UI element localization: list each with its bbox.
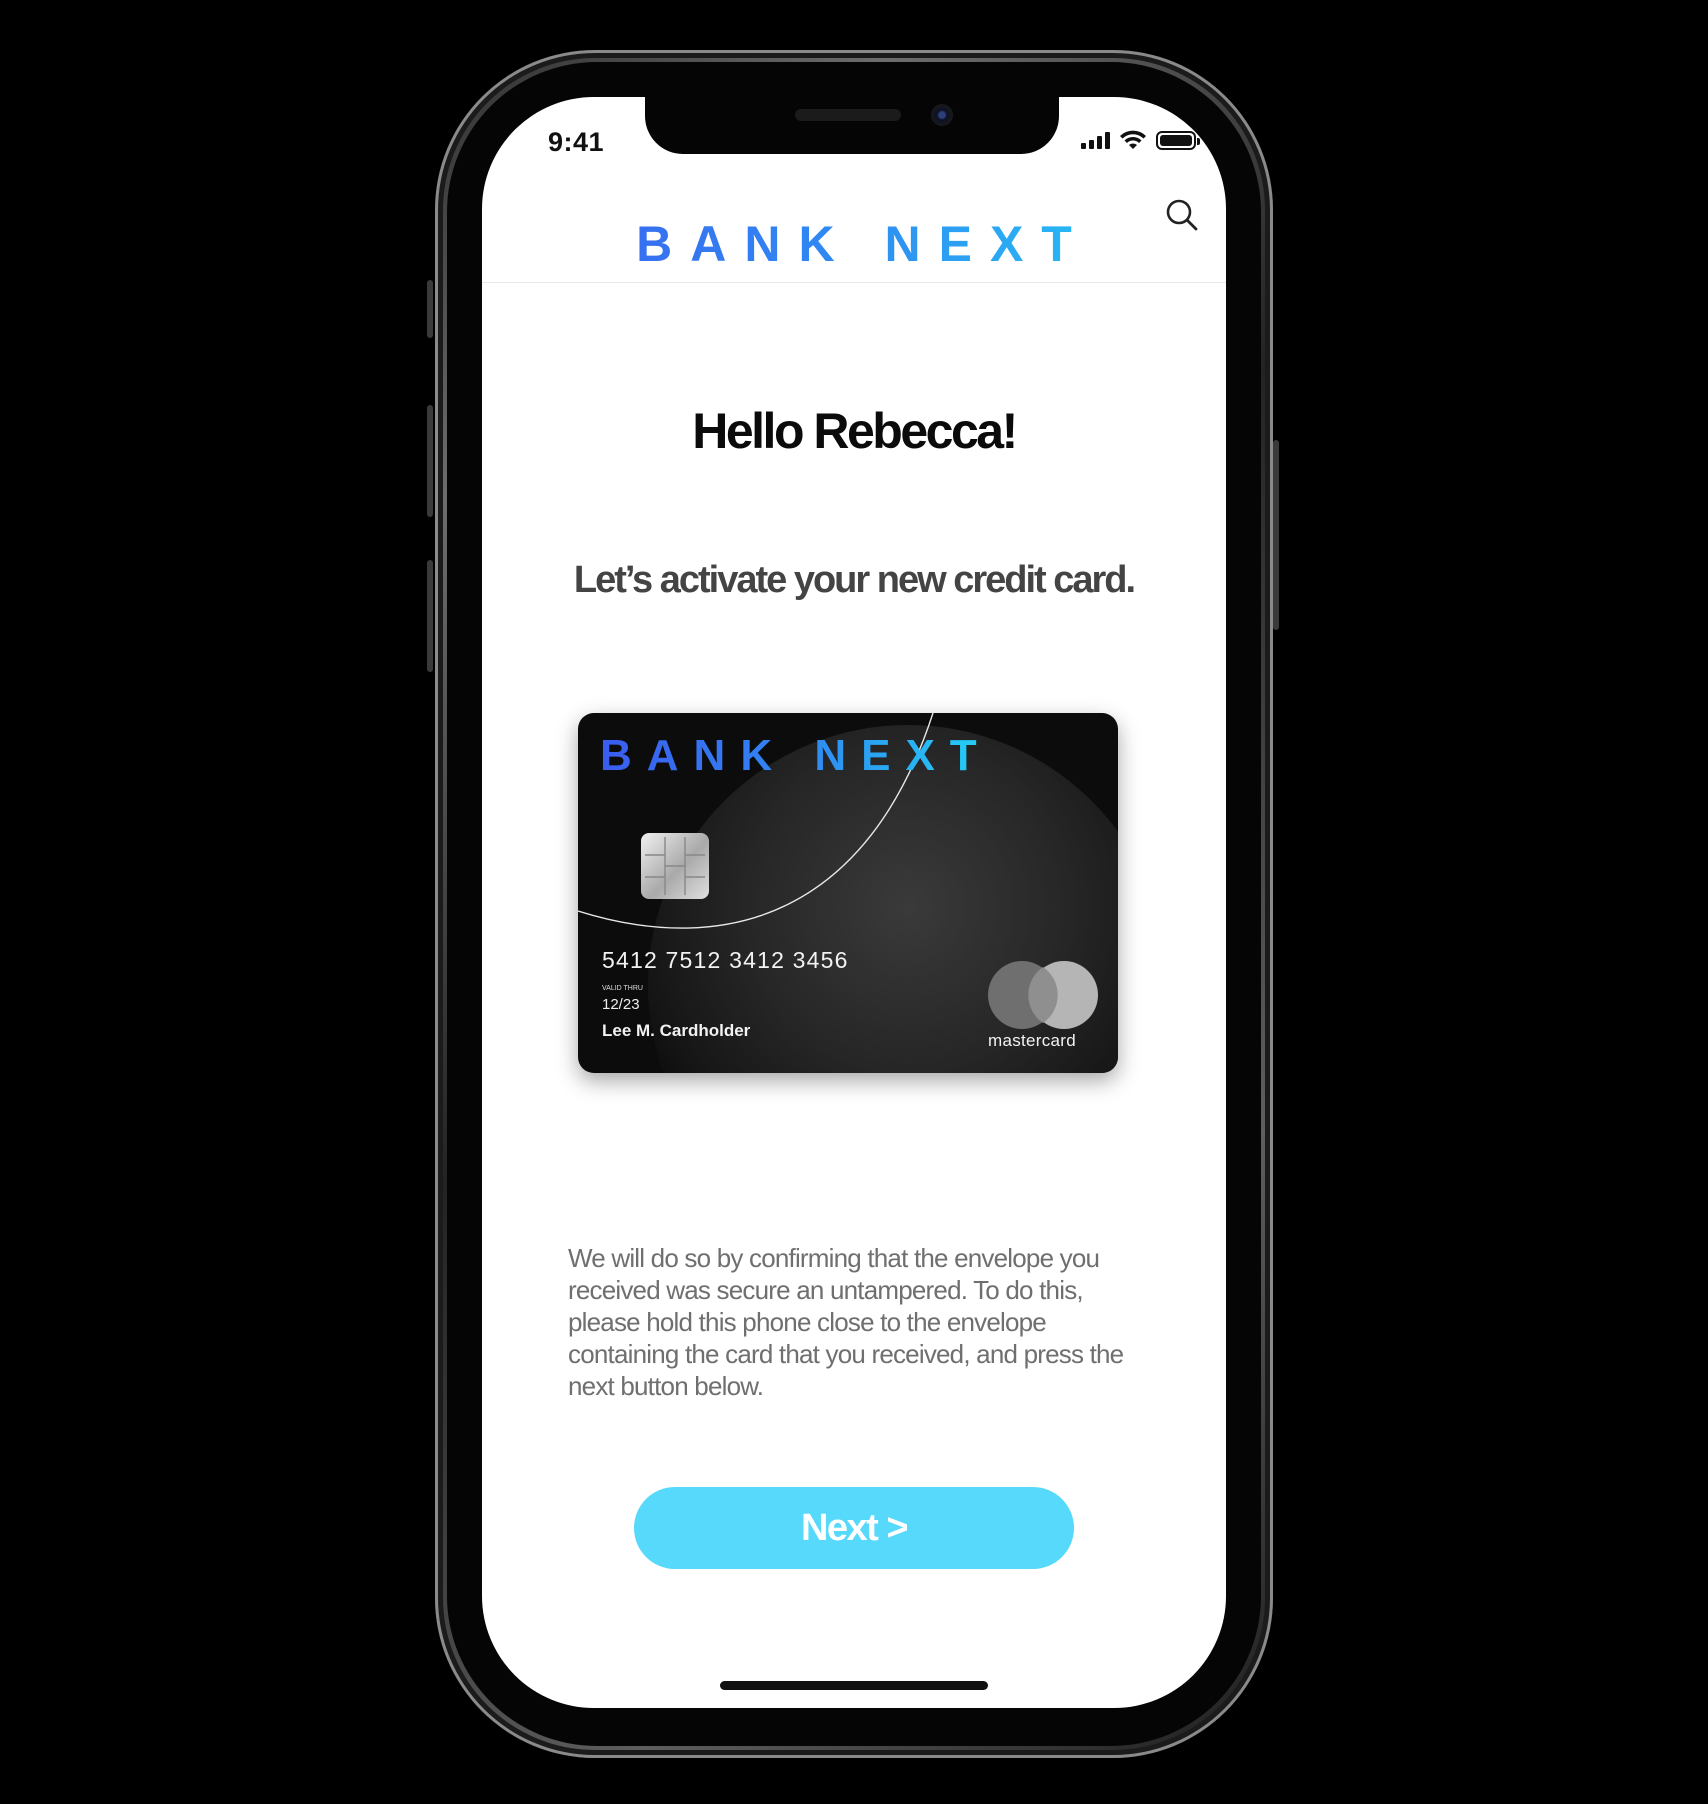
volume-down-button: [427, 560, 433, 672]
power-button: [1273, 440, 1279, 630]
battery-icon: [1156, 130, 1200, 150]
greeting-heading: Hello Rebecca!: [692, 403, 1018, 459]
credit-card-image: BANK NEXT 5412 7512 3412 3456 VALID THRU…: [578, 713, 1118, 1073]
next-button[interactable]: Next >: [634, 1487, 1074, 1569]
speaker-grille: [795, 109, 901, 121]
battery-level: [1160, 134, 1192, 146]
card-brand-logo: BANK NEXT: [600, 731, 992, 780]
device-notch: [645, 97, 1059, 154]
app-screen: 9:41 BANK NEXT Hello Rebecca! Let’s acti…: [482, 97, 1226, 1708]
status-time: 9:41: [548, 127, 605, 157]
valid-thru-label: VALID THRU: [602, 985, 643, 992]
volume-up-button: [427, 405, 433, 517]
home-indicator[interactable]: [720, 1681, 988, 1690]
card-chip-icon: [641, 833, 709, 899]
status-icons: [1081, 129, 1200, 151]
brand-logo: BANK NEXT: [482, 215, 1226, 273]
activation-instructions: We will do so by confirming that the env…: [568, 1243, 1124, 1401]
card-network-label: mastercard: [988, 1031, 1077, 1050]
cardholder-name: Lee M. Cardholder: [602, 1021, 751, 1040]
wifi-icon: [1120, 130, 1146, 149]
card-expiry: 12/23: [602, 996, 640, 1013]
search-icon[interactable]: [1164, 197, 1200, 233]
front-camera: [931, 104, 953, 126]
mastercard-logo-icon: [988, 961, 1098, 1029]
activation-subtitle: Let’s activate your new credit card.: [573, 559, 1136, 601]
mute-switch: [427, 280, 433, 338]
cellular-signal-icon: [1081, 131, 1110, 149]
card-number: 5412 7512 3412 3456: [602, 947, 849, 973]
